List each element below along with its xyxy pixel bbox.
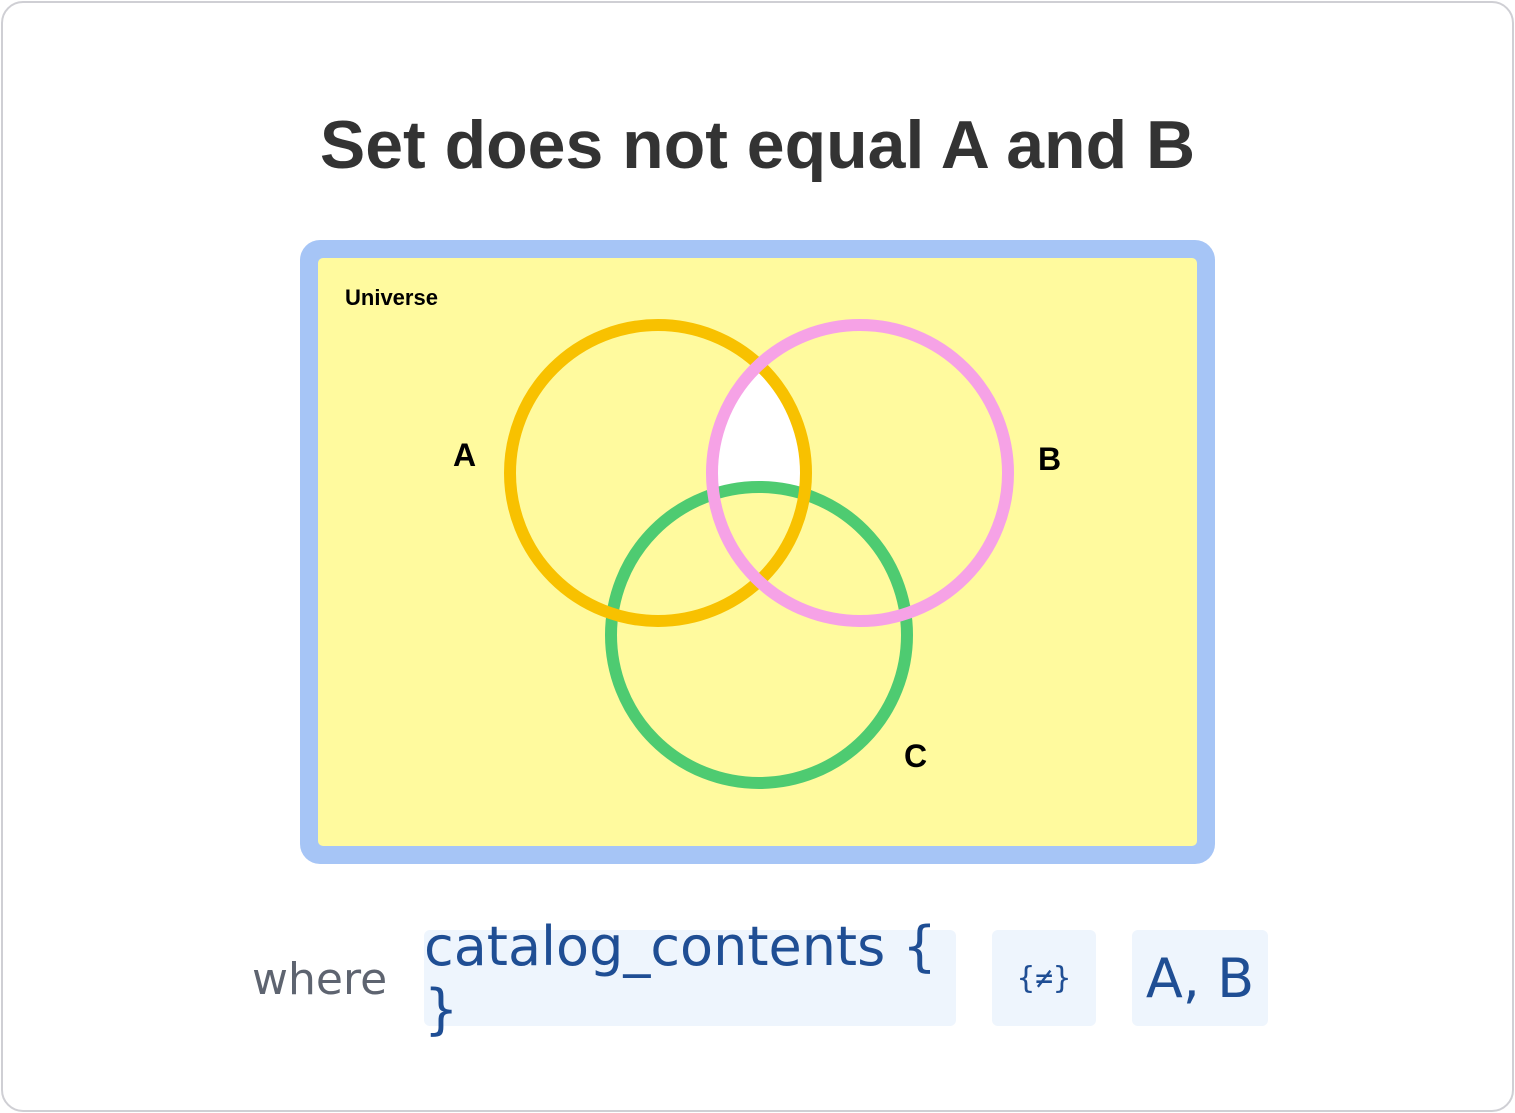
set-b-label: B: [1038, 441, 1061, 477]
universe-label: Universe: [345, 285, 438, 310]
venn-diagram: Universe A B C: [300, 240, 1215, 864]
set-a-label: A: [453, 437, 476, 473]
expression-row: where catalog_contents { } {≠} A, B: [0, 915, 1515, 1041]
variable-chip[interactable]: catalog_contents { }: [424, 915, 956, 1041]
set-c-label: C: [904, 738, 927, 774]
operator-chip[interactable]: {≠}: [992, 930, 1096, 1026]
venn-svg: Universe A B C: [300, 240, 1215, 864]
where-label: where: [252, 954, 388, 1005]
sets-chip[interactable]: A, B: [1132, 930, 1268, 1026]
page-title: Set does not equal A and B: [319, 107, 1196, 183]
